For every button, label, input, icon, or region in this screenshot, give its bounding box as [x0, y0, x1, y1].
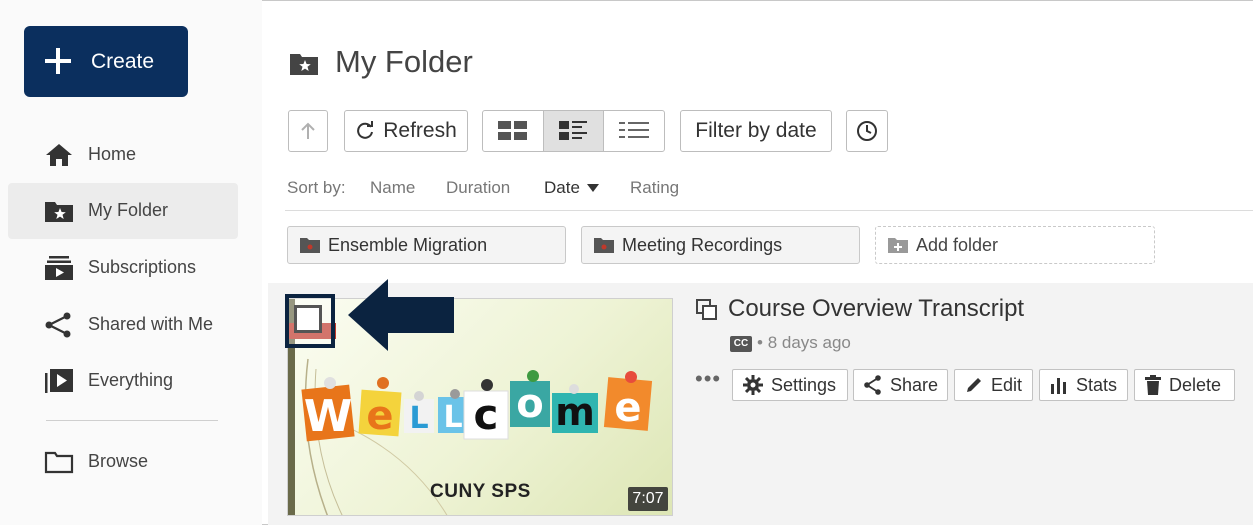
sidebar-item-browse[interactable]: Browse: [8, 434, 238, 490]
folder-icon: [300, 238, 320, 253]
closed-captions-icon: CC: [730, 335, 752, 352]
select-checkbox[interactable]: [294, 305, 322, 333]
settings-button[interactable]: Settings: [732, 369, 848, 401]
sort-prefix: Sort by:: [287, 178, 346, 197]
sort-rating[interactable]: Rating: [630, 178, 679, 198]
edit-label: Edit: [991, 374, 1023, 395]
stats-label: Stats: [1076, 374, 1118, 395]
sidebar-item-label: Shared with Me: [88, 314, 214, 334]
refresh-icon: [357, 121, 374, 139]
svg-text:L: L: [409, 401, 428, 436]
folder-label: Meeting Recordings: [622, 235, 783, 255]
sidebar-item-home[interactable]: Home: [8, 127, 238, 183]
sidebar-item-label: Home: [88, 144, 137, 164]
folder-star-icon: [290, 54, 318, 75]
divider: [285, 210, 1253, 211]
folder-ensemble-migration[interactable]: Ensemble Migration: [287, 226, 566, 264]
list-view-button[interactable]: [604, 111, 664, 151]
sidebar-item-shared-with-me[interactable]: Shared with Me: [8, 297, 238, 353]
svg-text:e: e: [614, 385, 641, 431]
svg-text:c: c: [474, 390, 499, 439]
trash-icon: [1145, 375, 1161, 395]
sidebar-item-everything[interactable]: Everything: [8, 353, 238, 409]
share-icon: [45, 312, 71, 338]
add-folder-label: Add folder: [916, 235, 999, 255]
svg-text:W: W: [304, 391, 353, 442]
annotation-arrow-icon: [348, 279, 454, 351]
stats-button[interactable]: Stats: [1039, 369, 1128, 401]
svg-text:o: o: [516, 381, 543, 427]
folder-plus-icon: [888, 238, 908, 253]
gear-icon: [743, 375, 763, 395]
share-button[interactable]: Share: [853, 369, 948, 401]
folder-icon: [594, 238, 614, 253]
duration-badge: 7:07: [628, 487, 668, 511]
media-age: 8 days ago: [767, 333, 851, 352]
meta-separator: •: [757, 333, 763, 352]
delete-label: Delete: [1169, 374, 1222, 395]
grid-view-button[interactable]: [483, 111, 544, 151]
page-title: My Folder: [335, 44, 473, 79]
folder-star-icon: [45, 202, 73, 222]
edit-button[interactable]: Edit: [954, 369, 1033, 401]
view-toggle-group: [482, 110, 665, 152]
detail-view-icon: [558, 121, 587, 140]
add-folder-button[interactable]: Add folder: [875, 226, 1155, 264]
svg-text:L: L: [443, 400, 462, 435]
pencil-icon: [967, 378, 981, 392]
svg-text:e: e: [366, 393, 393, 439]
clock-icon: [857, 121, 877, 141]
detail-view-button[interactable]: [543, 111, 605, 151]
sidebar-item-label: Everything: [88, 370, 174, 390]
create-button[interactable]: Create: [24, 26, 188, 97]
sort-duration[interactable]: Duration: [446, 178, 510, 198]
settings-label: Settings: [771, 374, 837, 395]
up-button[interactable]: [288, 110, 328, 152]
sidebar-item-label: Browse: [88, 451, 149, 471]
create-button-label: Create: [91, 50, 155, 73]
share-icon: [864, 375, 881, 395]
home-icon: [46, 144, 72, 166]
arrow-up-icon: [301, 122, 315, 139]
bar-chart-icon: [1051, 378, 1066, 394]
caret-down-icon: [586, 184, 599, 192]
filter-by-date-button[interactable]: Filter by date: [680, 110, 832, 152]
sidebar-item-subscriptions[interactable]: Subscriptions: [8, 240, 238, 296]
share-label: Share: [890, 374, 939, 395]
filter-label: Filter by date: [695, 119, 817, 142]
thumbnail-caption: CUNY SPS: [430, 481, 531, 502]
sidebar-item-label: Subscriptions: [88, 257, 197, 277]
grid-view-icon: [497, 121, 527, 140]
folder-meeting-recordings[interactable]: Meeting Recordings: [581, 226, 860, 264]
sort-date[interactable]: Date: [544, 178, 599, 198]
plus-icon: [45, 48, 71, 74]
folder-label: Ensemble Migration: [328, 235, 488, 255]
media-title[interactable]: Course Overview Transcript: [728, 295, 1024, 323]
delete-button[interactable]: Delete: [1134, 369, 1235, 401]
subscriptions-icon: [45, 256, 73, 280]
recent-button[interactable]: [846, 110, 888, 152]
sidebar: Create Home My Folder Subscriptions Shar…: [0, 0, 262, 525]
sort-name[interactable]: Name: [370, 178, 415, 198]
refresh-label: Refresh: [383, 119, 457, 142]
more-options-button[interactable]: •••: [695, 366, 721, 392]
copy-icon: [696, 299, 717, 320]
sidebar-item-my-folder[interactable]: My Folder: [8, 183, 238, 239]
play-library-icon: [45, 369, 73, 393]
sidebar-item-label: My Folder: [88, 200, 169, 220]
svg-text:m: m: [555, 390, 595, 434]
folder-icon: [44, 451, 74, 474]
refresh-button[interactable]: Refresh: [344, 110, 468, 152]
sort-date-label: Date: [544, 178, 580, 197]
sidebar-divider: [46, 420, 218, 421]
list-view-icon: [619, 122, 650, 138]
media-meta: CC • 8 days ago: [730, 333, 851, 353]
